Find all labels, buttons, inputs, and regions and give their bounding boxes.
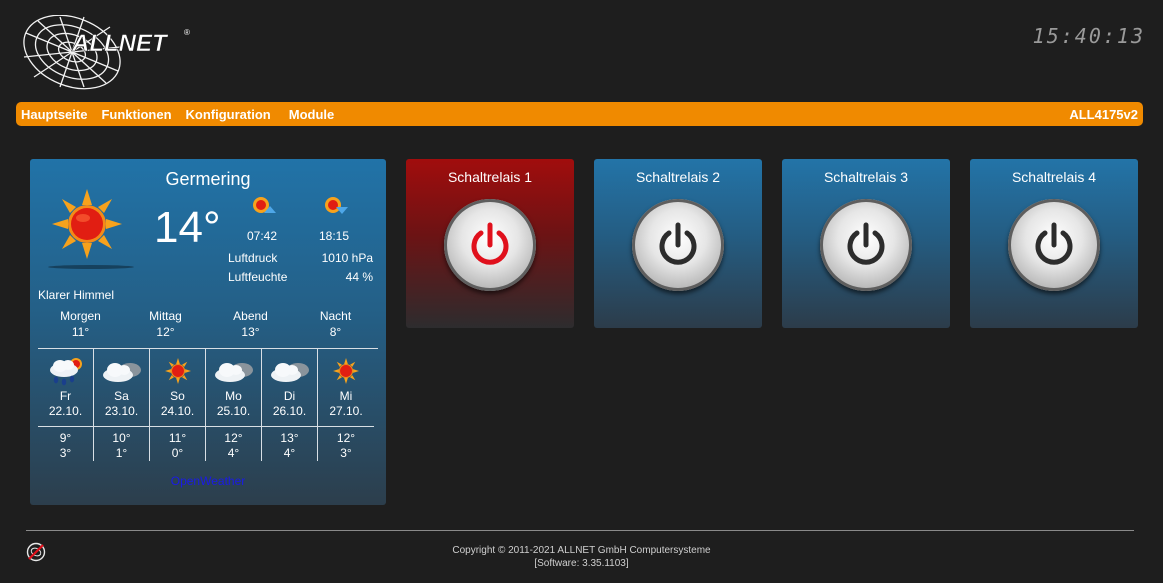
relay-tile-1: Schaltrelais 1 [406, 159, 574, 328]
nav-hauptseite[interactable]: Hauptseite [21, 107, 87, 122]
sunset-icon [322, 195, 350, 224]
cloud-icon [262, 353, 317, 389]
relay-4-toggle-button[interactable] [1008, 199, 1100, 291]
relay-title: Schaltrelais 4 [1011, 169, 1097, 185]
forecast-date: 26.10. [272, 404, 307, 418]
forecast-day: Mi 27.10. 12° 3° [318, 349, 374, 461]
forecast-dayname: So [170, 389, 185, 403]
nav-funktionen[interactable]: Funktionen [101, 107, 171, 122]
forecast-date: 24.10. [160, 404, 195, 418]
forecast-row: Fr 22.10. 9° 3° Sa 23.10. 10° 1° So 24.1… [38, 349, 374, 461]
openweather-link[interactable]: OpenWeather [30, 474, 386, 488]
power-icon [471, 222, 509, 265]
weather-widget: Germering 14° 07:42 18:15 Luftdruck 1010… [30, 159, 386, 505]
cloud-icon [94, 353, 149, 389]
forecast-min: 3° [340, 446, 352, 460]
power-icon [659, 222, 697, 265]
daypart-name: Abend [233, 309, 268, 323]
forecast-day: Fr 22.10. 9° 3° [38, 349, 94, 461]
forecast-date: 25.10. [216, 404, 251, 418]
power-icon [1035, 222, 1073, 265]
relay-tile-3: Schaltrelais 3 [782, 159, 950, 328]
daypart-name: Mittag [149, 309, 182, 323]
daypart-name: Morgen [60, 309, 101, 323]
daypart-name: Nacht [319, 309, 352, 323]
forecast-day: So 24.10. 11° 0° [150, 349, 206, 461]
forecast-max: 10° [112, 431, 131, 445]
current-temperature: 14° [154, 203, 221, 252]
sun-icon [318, 353, 374, 389]
daypart-row: Morgen 11° Mittag 12° Abend 13° Nacht 8° [38, 308, 378, 340]
forecast-max: 9° [59, 431, 72, 445]
forecast-min: 1° [115, 446, 128, 460]
forecast-max: 12° [336, 431, 356, 445]
relay-tile-2: Schaltrelais 2 [594, 159, 762, 328]
forecast-min: 4° [227, 446, 240, 460]
forecast-date: 22.10. [48, 404, 83, 418]
humidity-label: Luftfeuchte [228, 270, 288, 284]
forecast-dayname: Fr [59, 389, 72, 403]
relay-title: Schaltrelais 3 [823, 169, 909, 185]
forecast-min: 3° [59, 446, 72, 460]
forecast-day: Di 26.10. 13° 4° [262, 349, 318, 461]
clock-display: 15:40:13 [1032, 24, 1145, 48]
device-name: ALL4175v2 [1069, 106, 1138, 122]
weather-condition: Klarer Himmel [38, 288, 115, 302]
daypart-temp: 12° [156, 325, 175, 339]
forecast-max: 12° [224, 431, 243, 445]
sun-shadow [48, 265, 134, 269]
humidity-value: 44 % [345, 270, 373, 284]
forecast-max: 13° [280, 431, 299, 445]
forecast-date: 27.10. [329, 404, 363, 418]
forecast-min: 4° [283, 446, 296, 460]
relay-title: Schaltrelais 1 [447, 169, 533, 185]
forecast-max: 11° [168, 431, 187, 445]
forecast-day: Sa 23.10. 10° 1° [94, 349, 150, 461]
forecast-dayname: Mi [339, 389, 353, 403]
nav-module[interactable]: Module [289, 107, 335, 122]
brand-text: ALLNET [71, 30, 169, 57]
forecast-dayname: Di [283, 389, 296, 403]
forecast-min: 0° [171, 446, 184, 460]
forecast-day: Mo 25.10. 12° 4° [206, 349, 262, 461]
copyright-line: Copyright © 2011-2021 ALLNET GmbH Comput… [452, 545, 711, 556]
relay-tile-4: Schaltrelais 4 [970, 159, 1138, 328]
daypart-abend: Abend 13° [208, 308, 293, 340]
daypart-nacht: Nacht 8° [293, 308, 378, 340]
daypart-morgen: Morgen 11° [38, 308, 123, 340]
relay-1-toggle-button[interactable] [444, 199, 536, 291]
sunrise-time: 07:42 [247, 229, 278, 243]
daypart-temp: 11° [71, 325, 90, 339]
relay-2-toggle-button[interactable] [632, 199, 724, 291]
daypart-mittag: Mittag 12° [123, 308, 208, 340]
software-version: [Software: 3.35.1103] [534, 558, 629, 569]
cloud-icon [206, 353, 261, 389]
pressure-value: 1010 hPa [321, 251, 373, 265]
forecast-dayname: Mo [225, 389, 242, 403]
daypart-temp: 13° [241, 325, 260, 339]
weather-city: Germering [165, 169, 251, 189]
forecast-dayname: Sa [114, 389, 129, 403]
sun-icon [52, 189, 122, 264]
relay-3-toggle-button[interactable] [820, 199, 912, 291]
sunrise-icon [250, 195, 278, 224]
forecast-date: 23.10. [104, 404, 139, 418]
relay-title: Schaltrelais 2 [635, 169, 721, 185]
copyright-text: Copyright © 2011-2021 ALLNET GmbH Comput… [0, 544, 1163, 570]
sun-icon [150, 353, 205, 389]
daypart-temp: 8° [329, 325, 342, 339]
sunset-time: 18:15 [319, 229, 350, 243]
footer-divider [26, 530, 1134, 531]
allnet-logo: ALLNET ® [20, 14, 200, 93]
rain-cloud-icon [38, 353, 93, 389]
power-icon [847, 222, 885, 265]
main-navbar: Hauptseite Funktionen Konfiguration Modu… [16, 102, 1143, 126]
svg-text:®: ® [184, 28, 190, 37]
nav-konfiguration[interactable]: Konfiguration [186, 107, 271, 122]
pressure-label: Luftdruck [228, 251, 278, 265]
